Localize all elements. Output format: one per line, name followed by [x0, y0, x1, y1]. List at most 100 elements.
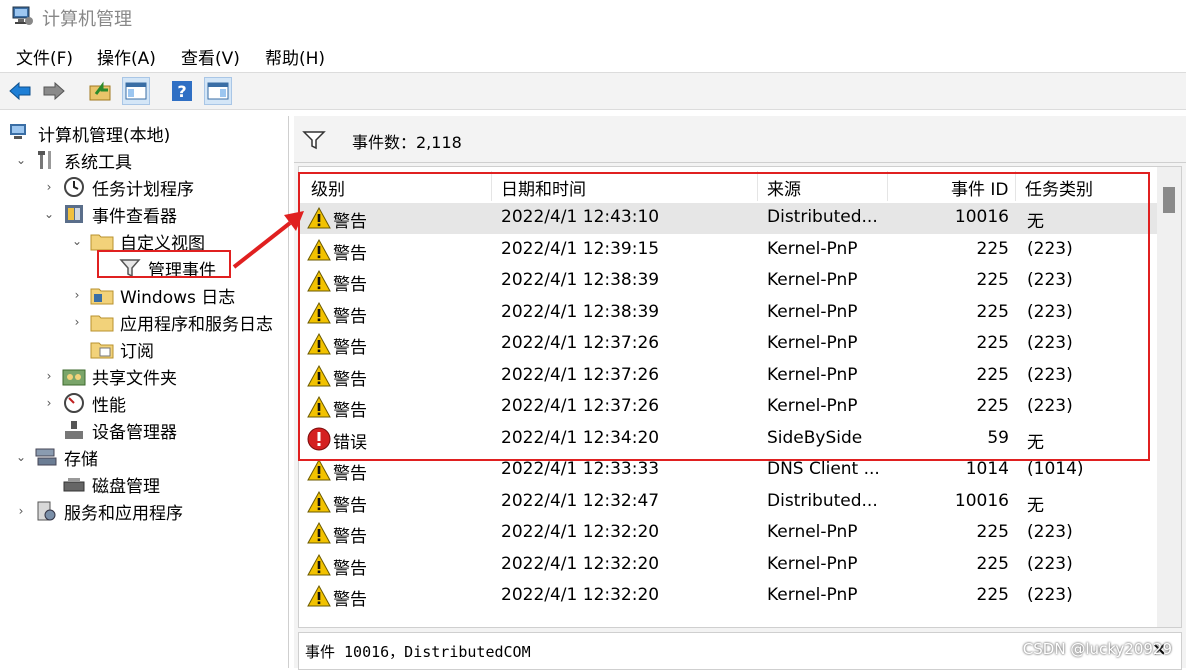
- tree-label: 性能: [92, 395, 126, 416]
- tree-node-storage[interactable]: ⌄ 存储: [14, 444, 98, 470]
- menu-action[interactable]: 操作(A): [97, 44, 156, 69]
- event-task-category: (223): [1027, 553, 1073, 574]
- event-source: Kernel-PnP: [767, 553, 858, 574]
- back-icon[interactable]: [6, 77, 34, 105]
- log-folder-icon: [90, 284, 114, 306]
- tree-node-root[interactable]: 计算机管理(本地): [8, 120, 170, 146]
- tree-node-windows-logs[interactable]: › Windows 日志: [70, 282, 236, 308]
- annotation-arrow: [232, 211, 304, 269]
- event-task-category: (223): [1027, 522, 1073, 542]
- tree-label: 订阅: [120, 341, 154, 362]
- event-datetime: 2022/4/1 12:32:47: [501, 490, 660, 511]
- window-title: 计算机管理: [42, 9, 132, 30]
- event-task-category: (223): [1027, 585, 1073, 605]
- chevron-right-icon[interactable]: ›: [70, 315, 84, 329]
- tree-label: 应用程序和服务日志: [120, 314, 273, 335]
- event-id: 225: [976, 585, 1009, 605]
- tree-node-shared-folders[interactable]: › 共享文件夹: [42, 363, 177, 389]
- events-header: 事件数：2,118: [294, 116, 1186, 163]
- warning-icon: [307, 584, 331, 608]
- event-source: DNS Client ...: [767, 459, 880, 479]
- menu-file[interactable]: 文件(F): [16, 44, 73, 69]
- tree-label: 任务计划程序: [92, 179, 194, 200]
- event-task-category: (1014): [1027, 459, 1084, 479]
- tree-node-device-manager[interactable]: 设备管理器: [62, 417, 177, 443]
- event-level: 警告: [333, 558, 367, 579]
- tree-node-system-tools[interactable]: ⌄ 系统工具: [14, 147, 132, 173]
- tree-node-app-service-logs[interactable]: › 应用程序和服务日志: [70, 309, 273, 335]
- tree-node-disk-management[interactable]: 磁盘管理: [62, 471, 160, 497]
- menu-view[interactable]: 查看(V): [181, 44, 240, 69]
- tree-label: 磁盘管理: [92, 476, 160, 497]
- chevron-right-icon[interactable]: ›: [70, 288, 84, 302]
- forward-icon[interactable]: [40, 77, 68, 105]
- table-row[interactable]: 警告 2022/4/1 12:32:47 Distributed... 10016 无: [299, 487, 1157, 518]
- tree-label: 事件查看器: [92, 206, 177, 227]
- event-count: 事件数：2,118: [352, 133, 462, 152]
- event-datetime: 2022/4/1 12:32:20: [501, 522, 660, 542]
- chevron-right-icon[interactable]: ›: [42, 180, 56, 194]
- event-source: Distributed...: [767, 490, 878, 511]
- annotation-highlight-events: [298, 172, 1150, 461]
- warning-icon: [307, 458, 331, 482]
- folder-icon: [90, 230, 114, 252]
- event-level: 警告: [333, 590, 367, 610]
- event-datetime: 2022/4/1 12:32:20: [501, 585, 660, 605]
- performance-gauge-icon: [62, 392, 86, 414]
- shared-folder-icon: [62, 365, 86, 387]
- chevron-down-icon[interactable]: ⌄: [70, 234, 84, 248]
- scrollbar-thumb[interactable]: [1163, 187, 1175, 213]
- menu-help[interactable]: 帮助(H): [265, 44, 325, 69]
- svg-text:?: ?: [177, 82, 186, 101]
- vertical-scrollbar[interactable]: [1157, 167, 1181, 627]
- event-datetime: 2022/4/1 12:32:20: [501, 553, 660, 574]
- toolbar: ?: [0, 72, 1186, 110]
- chevron-right-icon[interactable]: ›: [14, 504, 28, 518]
- tree-node-event-viewer[interactable]: ⌄ 事件查看器: [42, 201, 177, 227]
- navigation-tree: 计算机管理(本地) ⌄ 系统工具 › 任务计划程序 ⌄ 事件查看器 ⌄ 自定义视…: [0, 116, 289, 668]
- event-level: 警告: [333, 464, 367, 484]
- tree-label: 存储: [64, 449, 98, 470]
- event-level: 警告: [333, 527, 367, 547]
- tree-node-subscriptions[interactable]: 订阅: [70, 336, 154, 362]
- folder-icon: [90, 311, 114, 333]
- event-id: 225: [976, 553, 1009, 574]
- event-source: Kernel-PnP: [767, 522, 858, 542]
- event-id: 1014: [965, 459, 1009, 479]
- device-manager-icon: [62, 419, 86, 441]
- tree-label: 服务和应用程序: [64, 503, 183, 524]
- disk-icon: [62, 473, 86, 495]
- show-hide-tree-icon[interactable]: [122, 77, 150, 105]
- chevron-down-icon[interactable]: ⌄: [14, 153, 28, 167]
- computer-management-icon: [8, 122, 32, 144]
- chevron-down-icon[interactable]: ⌄: [14, 450, 28, 464]
- tree-label: 计算机管理(本地): [38, 125, 171, 146]
- help-icon[interactable]: ?: [168, 77, 196, 105]
- subscription-icon: [90, 338, 114, 360]
- table-row[interactable]: 警告 2022/4/1 12:32:20 Kernel-PnP 225 (223): [299, 581, 1157, 612]
- event-task-category: 无: [1027, 495, 1044, 516]
- event-source: Kernel-PnP: [767, 585, 858, 605]
- tree-node-services-apps[interactable]: › 服务和应用程序: [14, 498, 183, 524]
- table-row[interactable]: 警告 2022/4/1 12:32:20 Kernel-PnP 225 (223): [299, 518, 1157, 549]
- chevron-right-icon[interactable]: ›: [42, 396, 56, 410]
- chevron-down-icon[interactable]: ⌄: [42, 207, 56, 221]
- event-level: 警告: [333, 495, 367, 516]
- show-hide-action-pane-icon[interactable]: [204, 77, 232, 105]
- tree-node-performance[interactable]: › 性能: [42, 390, 126, 416]
- event-datetime: 2022/4/1 12:33:33: [501, 459, 660, 479]
- table-row[interactable]: 警告 2022/4/1 12:32:20 Kernel-PnP 225 (223): [299, 550, 1157, 581]
- tree-node-task-scheduler[interactable]: › 任务计划程序: [42, 174, 194, 200]
- tree-label: Windows 日志: [120, 287, 236, 308]
- filter-icon: [302, 130, 326, 154]
- clock-icon: [62, 176, 86, 198]
- event-id: 10016: [954, 490, 1009, 511]
- storage-icon: [34, 446, 58, 468]
- watermark: CSDN @lucky20929: [1022, 640, 1172, 658]
- services-icon: [34, 500, 58, 522]
- up-folder-icon[interactable]: [86, 77, 114, 105]
- tree-label: 设备管理器: [92, 422, 177, 443]
- event-detail-title: 事件 10016，DistributedCOM: [305, 643, 531, 661]
- warning-icon: [307, 490, 331, 514]
- chevron-right-icon[interactable]: ›: [42, 369, 56, 383]
